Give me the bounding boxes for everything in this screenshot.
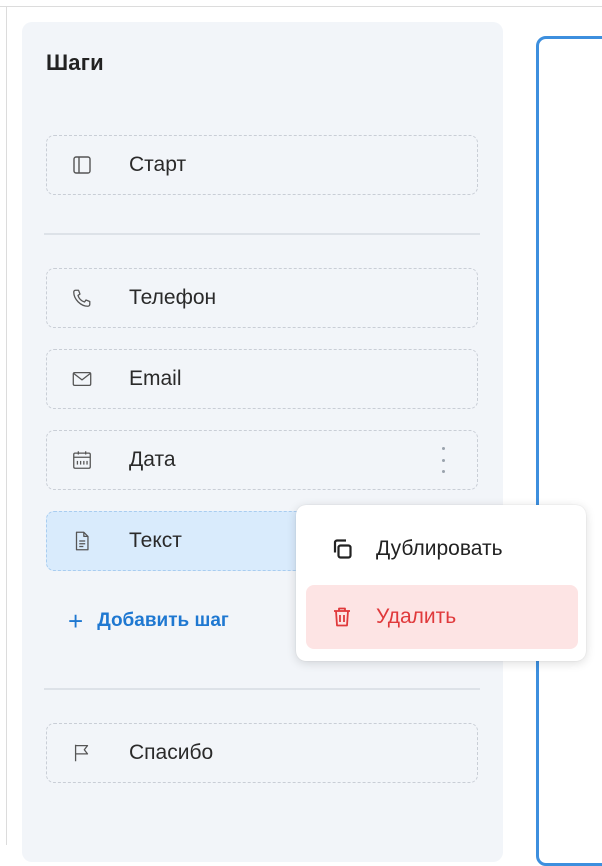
duplicate-menu-item[interactable]: Дублировать (306, 517, 578, 581)
step-phone[interactable]: Телефон (46, 268, 478, 328)
preview-canvas[interactable] (536, 36, 602, 866)
step-start[interactable]: Старт (46, 135, 478, 195)
add-step-label: Добавить шаг (97, 610, 229, 631)
sidebar-title: Шаги (46, 50, 104, 75)
phone-icon (71, 287, 93, 309)
delete-menu-item[interactable]: Удалить (306, 585, 578, 649)
step-label: Спасибо (129, 741, 214, 764)
duplicate-label: Дублировать (376, 537, 503, 560)
step-label: Текст (129, 529, 182, 552)
step-label: Телефон (129, 286, 217, 309)
plus-icon: + (68, 606, 84, 636)
steps-sidebar: Шаги Старт Телефон Email Дата Текст + До… (22, 22, 503, 862)
panel-icon (71, 154, 93, 176)
flag-icon (71, 742, 93, 764)
trash-icon (330, 605, 354, 629)
add-step-button[interactable]: + Добавить шаг (68, 608, 229, 634)
delete-label: Удалить (376, 605, 457, 628)
copy-icon (330, 537, 354, 561)
context-menu: Дублировать Удалить (296, 505, 586, 661)
calendar-icon (71, 449, 93, 471)
step-email[interactable]: Email (46, 349, 478, 409)
frame-left-border (6, 6, 7, 845)
section-divider (44, 233, 480, 235)
more-options-icon[interactable] (439, 447, 447, 473)
mail-icon (71, 368, 93, 390)
frame-top-border (0, 6, 602, 7)
step-label: Дата (129, 448, 176, 471)
step-label: Email (129, 367, 182, 390)
step-label: Старт (129, 153, 187, 176)
section-divider (44, 688, 480, 690)
step-date[interactable]: Дата (46, 430, 478, 490)
document-icon (71, 530, 93, 552)
step-thanks[interactable]: Спасибо (46, 723, 478, 783)
